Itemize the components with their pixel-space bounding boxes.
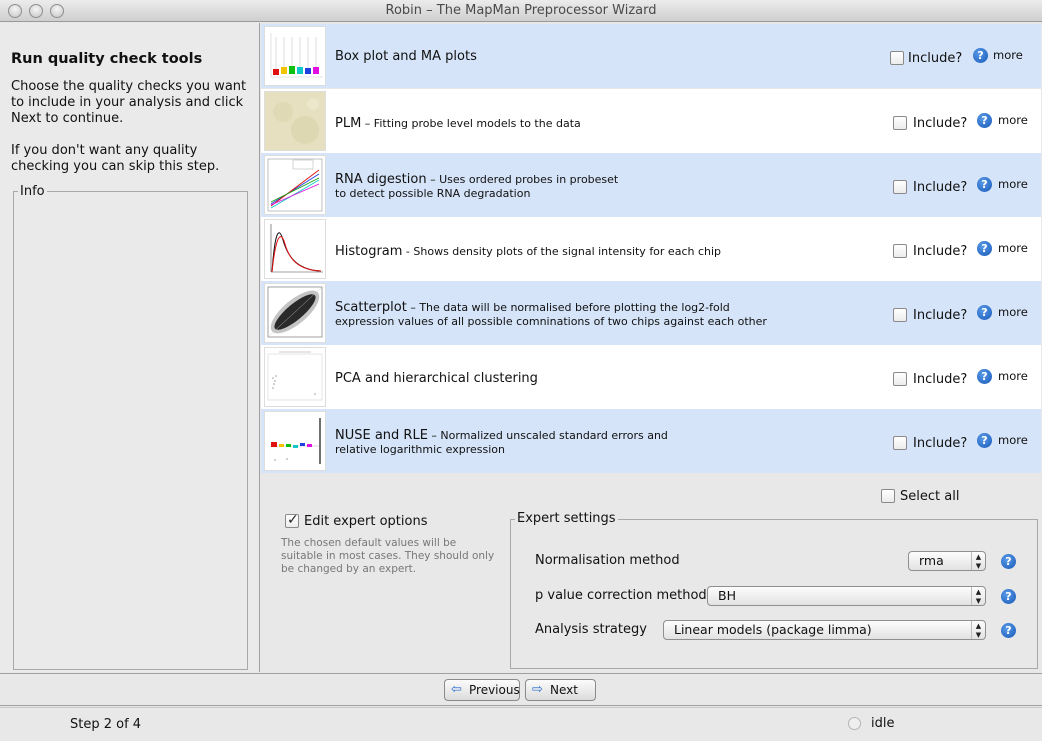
more-link-plm[interactable]: more — [998, 113, 1028, 127]
check-title: PCA and hierarchical clustering — [335, 371, 538, 386]
step-heading: Run quality check tools — [11, 51, 203, 67]
close-window-button[interactable] — [8, 4, 22, 18]
help-icon[interactable]: ? — [1001, 623, 1016, 638]
check-title: NUSE and RLE – Normalized unscaled stand… — [335, 428, 668, 443]
include-label: Include? — [908, 51, 963, 66]
status-bar: Step 2 of 4 idle — [0, 707, 1042, 741]
check-row-histogram: Histogram - Shows density plots of the s… — [261, 217, 1041, 281]
more-link-pca[interactable]: more — [998, 369, 1028, 383]
check-description-line2: expression values of all possible comnin… — [335, 315, 767, 328]
help-icon[interactable]: ? — [973, 48, 988, 63]
include-checkbox-histogram[interactable] — [893, 244, 907, 258]
check-row-pca: PCA and hierarchical clustering Include?… — [261, 345, 1041, 409]
previous-button[interactable]: ⇦ Previous — [444, 679, 520, 701]
help-icon[interactable]: ? — [977, 305, 992, 320]
main-panel: Box plot and MA plots Include? ? more PL… — [259, 23, 1042, 672]
step-intro-text: Choose the quality checks you want to in… — [11, 79, 247, 126]
pca-thumbnail — [264, 347, 326, 407]
pvalue-correction-value: BH — [718, 588, 736, 603]
help-icon[interactable]: ? — [977, 369, 992, 384]
include-label: Include? — [913, 244, 968, 259]
check-title: RNA digestion – Uses ordered probes in p… — [335, 172, 619, 187]
check-row-nuse-rle: NUSE and RLE – Normalized unscaled stand… — [261, 409, 1041, 473]
select-all-label: Select all — [900, 489, 960, 504]
check-title: Scatterplot – The data will be normalise… — [335, 300, 730, 315]
chevron-updown-icon: ▲ ▼ — [971, 552, 985, 570]
select-all-checkbox[interactable] — [881, 489, 895, 503]
boxplot-thumbnail — [264, 26, 326, 86]
info-legend: Info — [18, 184, 47, 199]
pvalue-correction-select[interactable]: BH ▲ ▼ — [707, 586, 986, 606]
check-description-line2: relative logarithmic expression — [335, 443, 506, 456]
check-row-plm: PLM – Fitting probe level models to the … — [261, 89, 1041, 153]
check-row-rna-digestion: RNA digestion – Uses ordered probes in p… — [261, 153, 1041, 217]
help-icon[interactable]: ? — [977, 433, 992, 448]
normalisation-method-select[interactable]: rma ▲ ▼ — [908, 551, 986, 571]
check-row-scatterplot: Scatterplot – The data will be normalise… — [261, 281, 1041, 345]
analysis-strategy-value: Linear models (package limma) — [674, 622, 872, 637]
minimize-window-button[interactable] — [29, 4, 43, 18]
help-icon[interactable]: ? — [1001, 589, 1016, 604]
include-checkbox-pca[interactable] — [893, 372, 907, 386]
help-icon[interactable]: ? — [977, 177, 992, 192]
check-title: Histogram - Shows density plots of the s… — [335, 244, 722, 259]
more-link-boxplot[interactable]: more — [993, 48, 1023, 62]
analysis-strategy-select[interactable]: Linear models (package limma) ▲ ▼ — [663, 620, 986, 640]
arrow-left-icon: ⇦ — [451, 682, 462, 697]
wizard-navigation: ⇦ Previous ⇨ Next — [0, 673, 1042, 706]
include-checkbox-scatterplot[interactable] — [893, 308, 907, 322]
normalisation-method-label: Normalisation method — [535, 553, 680, 568]
zoom-window-button[interactable] — [50, 4, 64, 18]
rna-degradation-thumbnail — [264, 155, 326, 215]
plm-image-thumbnail — [264, 91, 326, 151]
normalisation-method-value: rma — [919, 553, 944, 568]
edit-expert-options-label: Edit expert options — [304, 514, 428, 529]
info-box: Info — [13, 184, 248, 670]
expert-settings-group: Expert settings Normalisation method rma… — [510, 511, 1038, 669]
window-titlebar: Robin – The MapMan Preprocessor Wizard — [0, 0, 1042, 22]
expert-options-note: The chosen default values will be suitab… — [281, 537, 495, 575]
histogram-thumbnail — [264, 219, 326, 279]
check-row-boxplot: Box plot and MA plots Include? ? more — [261, 24, 1041, 88]
more-link-scatterplot[interactable]: more — [998, 305, 1028, 319]
next-button[interactable]: ⇨ Next — [525, 679, 596, 701]
chevron-updown-icon: ▲ ▼ — [971, 621, 985, 639]
include-label: Include? — [913, 180, 968, 195]
chevron-updown-icon: ▲ ▼ — [971, 587, 985, 605]
include-label: Include? — [913, 372, 968, 387]
expert-settings-legend: Expert settings — [515, 511, 618, 526]
left-panel: Run quality check tools Choose the quali… — [0, 23, 259, 672]
more-link-rna-digestion[interactable]: more — [998, 177, 1028, 191]
scatterplot-thumbnail — [264, 283, 326, 343]
help-icon[interactable]: ? — [977, 241, 992, 256]
include-checkbox-boxplot[interactable] — [890, 51, 904, 65]
include-label: Include? — [913, 436, 968, 451]
include-label: Include? — [913, 116, 968, 131]
help-icon[interactable]: ? — [977, 113, 992, 128]
step-indicator: Step 2 of 4 — [70, 717, 142, 732]
check-title: Box plot and MA plots — [335, 49, 477, 64]
check-title: PLM – Fitting probe level models to the … — [335, 116, 581, 131]
include-checkbox-nuse-rle[interactable] — [893, 436, 907, 450]
window-title: Robin – The MapMan Preprocessor Wizard — [385, 3, 657, 18]
status-indicator-icon — [848, 717, 861, 730]
include-checkbox-rna-digestion[interactable] — [893, 180, 907, 194]
more-link-nuse-rle[interactable]: more — [998, 433, 1028, 447]
nuse-rle-thumbnail — [264, 411, 326, 471]
help-icon[interactable]: ? — [1001, 554, 1016, 569]
step-skip-text: If you don't want any quality checking y… — [11, 143, 220, 174]
include-checkbox-plm[interactable] — [893, 116, 907, 130]
analysis-strategy-label: Analysis strategy — [535, 622, 647, 637]
include-label: Include? — [913, 308, 968, 323]
edit-expert-options-checkbox[interactable] — [285, 512, 299, 528]
pvalue-correction-label: p value correction method — [535, 588, 707, 603]
check-description-line2: to detect possible RNA degradation — [335, 187, 531, 200]
status-text: idle — [871, 716, 895, 731]
arrow-right-icon: ⇨ — [532, 682, 543, 697]
more-link-histogram[interactable]: more — [998, 241, 1028, 255]
